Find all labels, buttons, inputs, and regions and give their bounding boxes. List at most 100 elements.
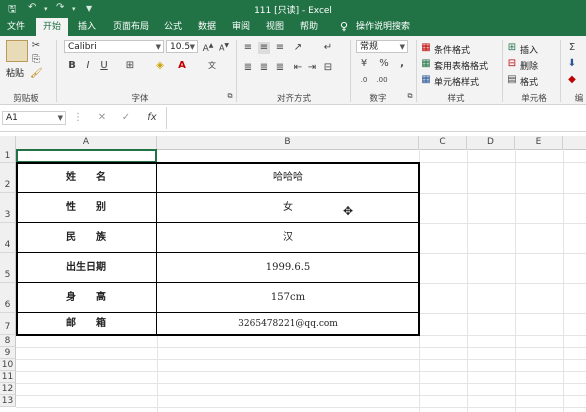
font-size-combo[interactable]: 10.5 ▼ bbox=[166, 40, 198, 53]
label-name[interactable]: 姓 名 bbox=[16, 163, 157, 193]
value-name[interactable]: 哈哈哈 bbox=[157, 163, 419, 193]
tab-data[interactable]: 数据 bbox=[194, 18, 220, 36]
autosum-icon[interactable]: Σ bbox=[566, 42, 578, 54]
font-name-combo[interactable]: Calibri ▼ bbox=[64, 40, 164, 53]
dialog-launcher-icon[interactable]: ⧉ bbox=[224, 90, 236, 102]
phonetic-icon[interactable]: 文 bbox=[206, 60, 218, 72]
label-birthdate[interactable]: 出生日期 bbox=[16, 253, 157, 283]
row-header-11[interactable]: 11 bbox=[0, 371, 16, 383]
column-header-c[interactable]: C bbox=[419, 136, 467, 149]
format-painter-icon[interactable]: 🖌 bbox=[30, 68, 43, 80]
row-header-12[interactable]: 12 bbox=[0, 383, 16, 395]
selected-cell-a1[interactable] bbox=[16, 149, 157, 163]
orientation-icon[interactable]: ↗ bbox=[292, 42, 304, 54]
row-header-4[interactable]: 4 bbox=[0, 223, 16, 253]
clear-icon[interactable]: ◆ bbox=[566, 74, 578, 86]
column-header-d[interactable]: D bbox=[467, 136, 515, 149]
column-header-b[interactable]: B bbox=[157, 136, 419, 149]
table-format-icon[interactable]: ▦ bbox=[420, 58, 432, 70]
decrease-decimal-icon[interactable]: .00 bbox=[376, 74, 388, 86]
comma-icon[interactable]: , bbox=[396, 58, 408, 70]
gridline bbox=[16, 359, 586, 360]
row-header-8[interactable]: 8 bbox=[0, 335, 16, 347]
row-header-9[interactable]: 9 bbox=[0, 347, 16, 359]
bold-icon[interactable]: B bbox=[66, 60, 78, 72]
value-gender[interactable]: 女 bbox=[157, 193, 419, 223]
outdent-icon[interactable]: ⇥ bbox=[306, 62, 318, 74]
copy-icon[interactable]: ⎘ bbox=[30, 54, 42, 66]
fill-icon[interactable]: ⬇ bbox=[566, 58, 578, 70]
align-center-icon[interactable]: ≣ bbox=[258, 62, 270, 74]
tab-page-layout[interactable]: 页面布局 bbox=[108, 18, 154, 36]
label-ethnicity[interactable]: 民 族 bbox=[16, 223, 157, 253]
tab-formulas[interactable]: 公式 bbox=[160, 18, 186, 36]
tab-review[interactable]: 审阅 bbox=[228, 18, 254, 36]
dialog-launcher-icon[interactable]: ⧉ bbox=[404, 90, 416, 102]
cut-icon[interactable]: ✂ bbox=[30, 40, 42, 52]
cell-style-button[interactable]: 单元格样式 bbox=[434, 75, 479, 88]
align-right-icon[interactable]: ≣ bbox=[274, 62, 286, 74]
formula-input[interactable] bbox=[166, 107, 586, 129]
select-all-corner[interactable] bbox=[0, 136, 16, 149]
wrap-text-icon[interactable]: ↵ bbox=[322, 42, 334, 54]
insert-function-icon[interactable]: fx bbox=[144, 112, 160, 124]
underline-icon[interactable]: U bbox=[98, 60, 110, 72]
percent-icon[interactable]: % bbox=[378, 58, 390, 70]
row-header-10[interactable]: 10 bbox=[0, 359, 16, 371]
italic-icon[interactable]: I bbox=[82, 60, 94, 72]
row-header-13[interactable]: 13 bbox=[0, 395, 16, 407]
conditional-format-button[interactable]: 条件格式 bbox=[434, 43, 470, 56]
value-ethnicity[interactable]: 汉 bbox=[157, 223, 419, 253]
tab-file[interactable]: 文件 bbox=[4, 18, 28, 36]
align-bottom-icon[interactable]: ≡ bbox=[274, 42, 286, 54]
tell-me-search[interactable]: 操作说明搜索 bbox=[356, 18, 410, 36]
value-email[interactable]: 3265478221@qq.com bbox=[157, 313, 419, 335]
row-header-1[interactable]: 1 bbox=[0, 149, 16, 163]
cancel-icon[interactable]: ✕ bbox=[96, 112, 108, 124]
format-cells-icon[interactable]: ▤ bbox=[506, 74, 518, 86]
label-email[interactable]: 邮 箱 bbox=[16, 313, 157, 335]
row-header-3[interactable]: 3 bbox=[0, 193, 16, 223]
tab-help[interactable]: 帮助 bbox=[296, 18, 322, 36]
table-format-button[interactable]: 套用表格格式 bbox=[434, 59, 488, 72]
format-button[interactable]: 格式 bbox=[520, 75, 538, 88]
tab-insert[interactable]: 插入 bbox=[74, 18, 100, 36]
enter-icon[interactable]: ✓ bbox=[120, 112, 132, 124]
delete-button[interactable]: 删除 bbox=[520, 59, 538, 72]
label-height[interactable]: 身 高 bbox=[16, 283, 157, 313]
column-header-e[interactable]: E bbox=[515, 136, 563, 149]
cell-style-icon[interactable]: ▦ bbox=[420, 74, 432, 86]
insert-button[interactable]: 插入 bbox=[520, 43, 538, 56]
label-gender[interactable]: 性 别 bbox=[16, 193, 157, 223]
delete-cells-icon[interactable]: ⊟ bbox=[506, 58, 518, 70]
tab-view[interactable]: 视图 bbox=[262, 18, 288, 36]
font-color-icon[interactable]: A bbox=[176, 60, 188, 72]
fill-color-icon[interactable]: ◈ bbox=[154, 60, 166, 72]
row-header-7[interactable]: 7 bbox=[0, 313, 16, 335]
increase-decimal-icon[interactable]: .0 bbox=[358, 74, 370, 86]
shrink-font-icon[interactable]: A▼ bbox=[218, 40, 230, 53]
paste-icon[interactable] bbox=[6, 40, 28, 62]
grow-font-icon[interactable]: A▲ bbox=[202, 40, 214, 54]
indent-icon[interactable]: ⇤ bbox=[292, 62, 304, 74]
row-header-6[interactable]: 6 bbox=[0, 283, 16, 313]
currency-icon[interactable]: ¥ bbox=[358, 58, 370, 70]
value-height[interactable]: 157cm bbox=[157, 283, 419, 313]
row-header-5[interactable]: 5 bbox=[0, 253, 16, 283]
value-birthdate[interactable]: 1999.6.5 bbox=[157, 253, 419, 283]
align-left-icon[interactable]: ≣ bbox=[242, 62, 254, 74]
borders-icon[interactable]: ⊞ bbox=[124, 60, 136, 72]
paste-button[interactable]: 粘贴 bbox=[6, 66, 24, 79]
conditional-format-icon[interactable]: ▦ bbox=[420, 42, 432, 54]
column-header-f[interactable] bbox=[563, 136, 586, 149]
align-top-icon[interactable]: ≡ bbox=[242, 42, 254, 54]
tab-home[interactable]: 开始 bbox=[36, 18, 68, 36]
column-header-a[interactable]: A bbox=[16, 136, 157, 149]
name-box[interactable]: A1 ▼ bbox=[2, 111, 66, 125]
merge-center-icon[interactable]: ⊟ bbox=[322, 62, 334, 74]
number-format-combo[interactable]: 常规 ▼ bbox=[356, 40, 408, 53]
align-middle-icon[interactable]: ≡ bbox=[258, 42, 270, 54]
insert-cells-icon[interactable]: ⊞ bbox=[506, 42, 518, 54]
gridline bbox=[563, 149, 564, 412]
row-header-2[interactable]: 2 bbox=[0, 163, 16, 193]
